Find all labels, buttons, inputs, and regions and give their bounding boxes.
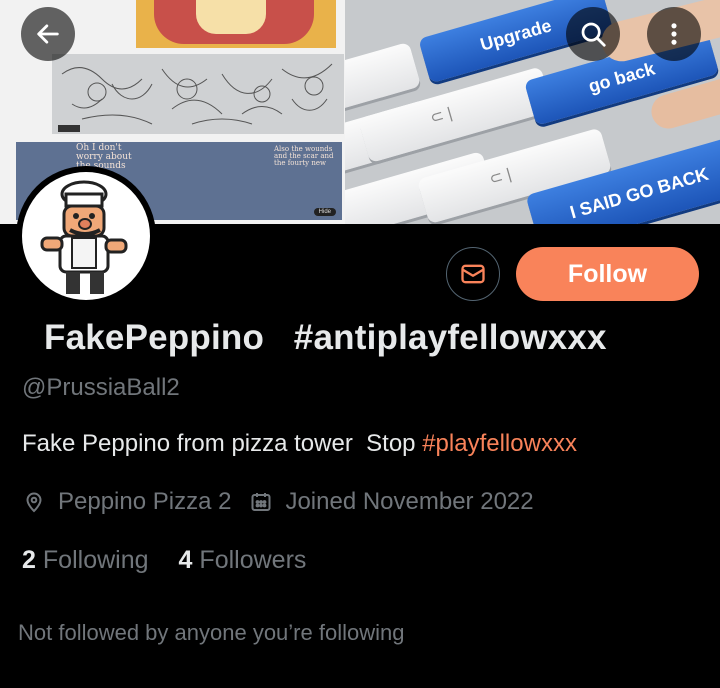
display-name: FakePeppino #antiplayfellowxxx [44,318,607,357]
follow-button[interactable]: Follow [516,247,699,301]
search-icon [581,22,606,47]
following-link[interactable]: 2 Following [22,546,149,575]
following-label: Following [42,546,149,574]
mutuals-text: Not followed by anyone you’re following [18,620,405,645]
profile-bio: Fake Peppino from pizza tower Stop #play… [22,430,577,458]
avatar[interactable] [16,166,156,306]
more-vertical-icon [671,23,677,45]
follow-stats: 2 Following 4 Followers [22,546,306,575]
location-text: Peppino Pizza 2 [58,488,232,515]
following-count: 2 [22,546,36,574]
avatar-image [22,172,150,300]
bio-hashtag-link[interactable]: #playfellowxxx [422,430,577,457]
calendar-icon [251,493,271,511]
banner-sketch-panel [52,54,344,134]
followers-label: Followers [199,546,307,574]
followers-count: 4 [178,546,193,574]
joined-item: Joined November 2022 [249,488,534,516]
back-button[interactable] [21,7,75,61]
location-item: Peppino Pizza 2 [22,488,231,516]
arrow-left-icon [37,24,59,44]
banner-cartoon-panel [136,0,336,48]
location-pin-icon [26,492,42,513]
search-button[interactable] [566,7,620,61]
user-handle: @PrussiaBall2 [22,374,180,401]
bio-text: Fake Peppino from pizza tower Stop [22,430,423,457]
envelope-icon [461,264,485,284]
followers-link[interactable]: 4 Followers [179,546,307,575]
profile-meta: Peppino Pizza 2 Joined November 2022 [22,488,534,516]
joined-text: Joined November 2022 [285,488,534,515]
banner-note-2: Also the wounds and the scar and the fou… [274,145,334,167]
message-button[interactable] [446,247,500,301]
banner-hide-label: Hide [313,208,336,216]
more-options-button[interactable] [647,7,701,61]
